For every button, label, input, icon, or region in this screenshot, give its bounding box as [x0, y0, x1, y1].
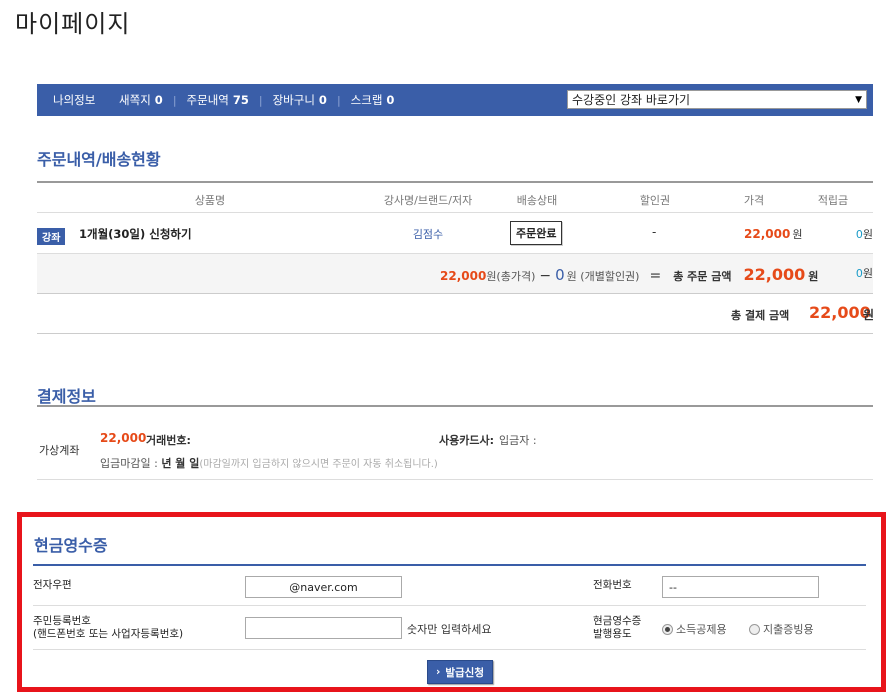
col-instructor: 강사명/브랜드/저자: [383, 194, 473, 207]
price-unit: 원: [792, 228, 803, 241]
points-unit: 원: [862, 228, 873, 241]
nav-divider: |: [336, 93, 341, 107]
course-shortcut-value: 수강중인 강좌 바로가기: [572, 93, 691, 107]
depositor-label: 입금자 :: [499, 434, 537, 447]
equals-sign: =: [649, 268, 662, 284]
col-shipping: 배송상태: [516, 194, 558, 207]
phone-value: --: [669, 580, 677, 594]
nav-new-messages-label: 새쪽지: [119, 93, 151, 107]
payment-info: 가상계좌 22,000 거래번호: 사용카드사: 입금자 : 입금마감일 : 년…: [37, 405, 873, 480]
chevron-right-icon: ›: [436, 666, 441, 678]
col-coupon: 할인권: [639, 194, 671, 207]
order-total-unit: 원: [808, 270, 819, 283]
nav-scrap-count: 0: [386, 93, 395, 107]
id-number-label-line1: 주민등록번호: [33, 615, 91, 627]
price-value: 22,000 원: [744, 226, 802, 242]
col-product: 상품명: [194, 194, 226, 207]
page-title: 마이페이지: [15, 10, 131, 38]
payment-total-row: 총 결제 금액 22,000 원: [37, 294, 875, 334]
payment-total-amount: 22,000: [809, 303, 871, 322]
usage-label: 현금영수증 발행용도: [593, 615, 641, 641]
usage-option-2: 지출증빙용: [763, 623, 814, 636]
usage-label-line1: 현금영수증: [593, 615, 642, 627]
usage-label-line2: 발행용도: [593, 628, 632, 640]
summary-discount-label: 원 (개별할인권): [566, 270, 640, 283]
orders-section-title: 주문내역/배송현황: [37, 150, 161, 169]
product-type-badge: 강좌: [37, 228, 66, 245]
price-amount: 22,000: [744, 227, 791, 241]
deadline-label: 입금마감일 :: [100, 457, 158, 470]
email-label: 전자우편: [33, 579, 72, 591]
mypage-nav: 나의정보 | 새쪽지0 | 주문내역75 | 장바구니0 | 스크랩0 수강중인…: [37, 84, 873, 116]
payment-section-title: 결제정보: [37, 387, 96, 406]
id-number-hint: 숫자만 입력하세요: [407, 623, 492, 636]
id-number-field[interactable]: [245, 617, 402, 639]
payment-method: 가상계좌: [39, 444, 80, 457]
summary-points: 0원: [856, 265, 873, 281]
payment-total-label: 총 결제 금액: [731, 309, 790, 322]
receipt-row-id: 주민등록번호 (핸드폰번호 또는 사업자등록번호) 숫자만 입력하세요 현금영수증…: [33, 606, 866, 650]
col-points: 적립금: [817, 194, 849, 207]
orders-table: 상품명 강사명/브랜드/저자 배송상태 할인권 가격 적립금 강좌 1개월(30…: [37, 181, 875, 334]
orders-table-header: 상품명 강사명/브랜드/저자 배송상태 할인권 가격 적립금: [37, 181, 873, 213]
summary-total-price-label: 원(총가격): [486, 270, 536, 283]
cash-receipt-highlight: 현금영수증 전자우편 @naver.com 전화번호 -- 주민등록번호 (핸드폰…: [17, 512, 886, 692]
nav-my-info-label: 나의정보: [53, 93, 96, 107]
nav-orders[interactable]: 주문내역 75: [187, 92, 249, 108]
nav-cart-count: 0: [318, 93, 327, 107]
usage-option-1: 소득공제용: [676, 623, 727, 636]
summary-points-amount: 0: [855, 267, 863, 280]
course-shortcut-select[interactable]: 수강중인 강좌 바로가기 ▼: [567, 90, 867, 109]
deadline-note: (마감일까지 입금하지 않으시면 주문이 자동 취소됩니다.): [199, 459, 438, 470]
usage-radio-income-deduction[interactable]: 소득공제용: [662, 621, 727, 637]
order-total-amount: 22,000: [743, 265, 806, 284]
dropdown-arrow-icon: ▼: [855, 94, 862, 105]
nav-cart-label: 장바구니: [272, 93, 315, 107]
issue-receipt-button[interactable]: › 발급신청: [427, 660, 493, 684]
nav-scrap[interactable]: 스크랩 0: [351, 92, 395, 108]
nav-scrap-label: 스크랩: [350, 93, 383, 107]
receipt-section-title: 현금영수증: [34, 536, 108, 555]
col-price: 가격: [743, 194, 765, 207]
nav-my-info[interactable]: 나의정보: [53, 92, 95, 108]
nav-divider: |: [258, 93, 263, 107]
card-company-label: 사용카드사:: [439, 434, 494, 447]
table-row: 강좌 1개월(30일) 신청하기 김점수 주문완료 - 22,000 원 0원: [37, 213, 873, 254]
deadline-row: 입금마감일 : 년 월 일(마감일까지 입금하지 않으시면 주문이 자동 취소됩…: [100, 455, 438, 471]
issue-receipt-label: 발급신청: [445, 666, 484, 679]
coupon-value: -: [652, 225, 657, 239]
summary-total-price: 22,000: [440, 269, 487, 283]
summary-discount: 0: [555, 266, 565, 284]
email-field[interactable]: @naver.com: [245, 576, 402, 598]
radio-selected-icon: [662, 623, 673, 635]
summary-points-unit: 원: [862, 267, 873, 280]
instructor-link[interactable]: 김점수: [413, 226, 443, 242]
nav-cart[interactable]: 장바구니 0: [273, 92, 327, 108]
deadline-value: 년 월 일: [161, 457, 200, 470]
order-summary-row: 22,000 원(총가격) − 0 원 (개별할인권) = 총 주문 금액 22…: [37, 254, 873, 294]
points-value: 0원: [856, 226, 873, 242]
nav-orders-label: 주문내역: [186, 93, 229, 107]
order-summary-text: 22,000 원(총가격) − 0 원 (개별할인권) = 총 주문 금액 22…: [440, 265, 818, 284]
phone-label: 전화번호: [593, 579, 632, 591]
nav-new-messages[interactable]: 새쪽지 0: [119, 92, 163, 108]
usage-radio-expense-proof[interactable]: 지출증빙용: [749, 621, 814, 637]
order-total-label: 총 주문 금액: [673, 270, 732, 283]
transaction-number-label: 거래번호:: [146, 434, 191, 447]
nav-new-messages-count: 0: [154, 93, 163, 107]
phone-field[interactable]: --: [662, 576, 819, 598]
nav-divider: |: [172, 93, 177, 107]
id-number-label: 주민등록번호 (핸드폰번호 또는 사업자등록번호): [33, 615, 183, 641]
product-name[interactable]: 1개월(30일) 신청하기: [79, 226, 192, 242]
minus-sign: −: [539, 268, 552, 284]
email-value: @naver.com: [289, 580, 358, 594]
radio-unselected-icon: [749, 623, 760, 635]
shipping-status-badge: 주문완료: [510, 221, 563, 245]
payment-amount: 22,000: [100, 431, 147, 445]
nav-orders-count: 75: [232, 93, 249, 107]
receipt-row-contact: 전자우편 @naver.com 전화번호 --: [33, 566, 866, 606]
id-number-label-line2: (핸드폰번호 또는 사업자등록번호): [33, 628, 184, 640]
points-amount: 0: [855, 228, 863, 241]
payment-total-unit: 원: [863, 308, 875, 322]
